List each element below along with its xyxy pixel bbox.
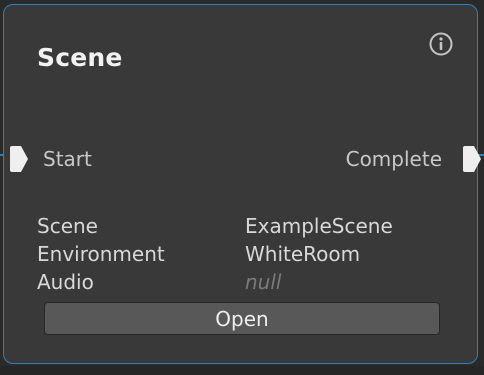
- info-icon[interactable]: [428, 31, 454, 57]
- property-row-scene: Scene ExampleScene: [37, 212, 457, 240]
- node-title: Scene: [37, 43, 123, 72]
- graph-canvas[interactable]: Scene Start Complete Scene ExampleScene: [0, 0, 484, 375]
- output-port-icon[interactable]: [462, 145, 482, 173]
- property-key: Audio: [37, 270, 94, 294]
- property-value[interactable]: WhiteRoom: [245, 240, 360, 268]
- input-port-icon[interactable]: [9, 145, 29, 173]
- property-list: Scene ExampleScene Environment WhiteRoom…: [37, 212, 457, 296]
- property-key: Environment: [37, 242, 165, 266]
- property-value[interactable]: null: [245, 268, 281, 296]
- property-row-audio: Audio null: [37, 268, 457, 296]
- property-value[interactable]: ExampleScene: [245, 212, 393, 240]
- scene-node[interactable]: Scene Start Complete Scene ExampleScene: [3, 4, 481, 364]
- input-port-label: Start: [43, 147, 92, 171]
- property-row-environment: Environment WhiteRoom: [37, 240, 457, 268]
- open-button[interactable]: Open: [44, 302, 440, 335]
- output-port-label: Complete: [345, 147, 442, 171]
- property-key: Scene: [37, 214, 98, 238]
- canvas-background: [0, 366, 484, 375]
